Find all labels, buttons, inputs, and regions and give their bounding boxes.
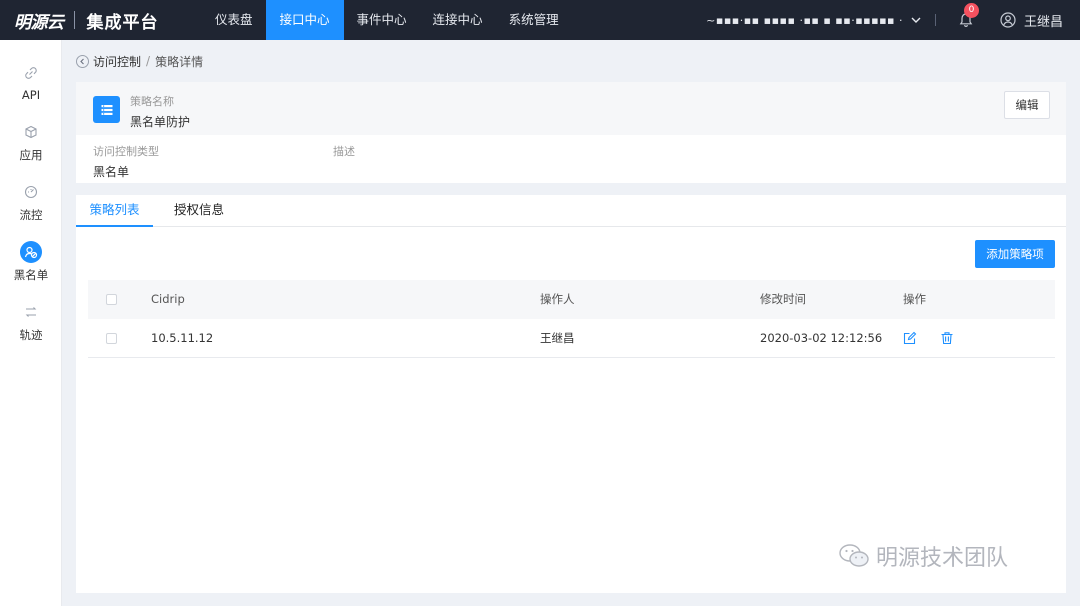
- sidebar-item-label: 应用: [19, 148, 43, 162]
- strategy-name-label: 策略名称: [130, 95, 174, 108]
- access-control-type-label: 访问控制类型: [93, 145, 159, 158]
- breadcrumb-separator: /: [146, 54, 151, 68]
- strategy-name-block: 策略名称 黑名单防护: [130, 93, 190, 130]
- sidebar-item-label: 轨迹: [19, 328, 43, 342]
- table-header: Cidrip 操作人 修改时间 操作: [88, 280, 1055, 319]
- strategy-info-card: 策略名称 黑名单防护 编辑 访问控制类型 黑名单 描述: [76, 82, 1066, 183]
- notification-badge: 0: [963, 3, 979, 18]
- edit-button[interactable]: 编辑: [1004, 91, 1050, 119]
- description-label: 描述: [333, 145, 355, 158]
- strategy-info-header: 策略名称 黑名单防护 编辑: [76, 82, 1066, 135]
- nav-dashboard[interactable]: 仪表盘: [205, 0, 266, 40]
- platform-name: 集成平台: [86, 12, 159, 33]
- cell-modified-time: 2020-03-02 12:12:56: [760, 331, 883, 345]
- user-menu[interactable]: 王继昌: [1000, 11, 1063, 30]
- back-arrow-icon[interactable]: [76, 54, 89, 68]
- user-name: 王继昌: [1023, 14, 1063, 30]
- column-header-modified-time: 修改时间: [760, 292, 806, 306]
- sidebar-item-label: API: [21, 88, 41, 102]
- table-row: 10.5.11.12 王继昌 2020-03-02 12:12:56: [88, 319, 1055, 358]
- tab-strategy-list[interactable]: 策略列表: [76, 195, 153, 227]
- breadcrumb-parent[interactable]: 访问控制: [93, 53, 141, 70]
- sidebar-item-trace[interactable]: 轨迹: [0, 301, 62, 343]
- header-divider: [934, 14, 936, 26]
- cube-icon: [20, 121, 42, 143]
- watermark-text: 明源技术团队: [876, 546, 1009, 571]
- delete-icon[interactable]: [940, 331, 954, 345]
- wechat-icon: [839, 544, 869, 567]
- top-navbar: 明源云 集成平台 仪表盘 接口中心 事件中心 连接中心 系统管理 ~▪▪▪·▪▪…: [0, 0, 1080, 40]
- select-all-checkbox[interactable]: [106, 294, 117, 305]
- chevron-down-icon[interactable]: [911, 15, 921, 26]
- strategy-panel: 策略列表 授权信息 添加策略项 Cidrip 操作人 修改时间 操作 10.5.…: [76, 195, 1066, 593]
- brand-divider: [73, 11, 75, 29]
- strategy-table: Cidrip 操作人 修改时间 操作 10.5.11.12 王继昌 2020-0…: [88, 280, 1055, 358]
- sidebar-item-flow-control[interactable]: 流控: [0, 181, 62, 223]
- strategy-list-icon: [93, 96, 120, 123]
- strategy-name-value: 黑名单防护: [130, 115, 191, 129]
- edit-icon[interactable]: [903, 331, 917, 345]
- breadcrumb: 访问控制 / 策略详情: [76, 52, 203, 70]
- breadcrumb-current: 策略详情: [155, 54, 204, 69]
- sidebar: API 应用 流控 黑名单 轨迹: [0, 40, 62, 606]
- link-icon: [20, 62, 42, 84]
- user-icon: [1000, 12, 1016, 28]
- column-header-operator: 操作人: [540, 292, 575, 306]
- blacklist-icon: [20, 241, 42, 263]
- tab-authorization-info[interactable]: 授权信息: [174, 195, 224, 227]
- row-checkbox[interactable]: [106, 333, 117, 344]
- sidebar-item-label: 流控: [19, 208, 43, 222]
- access-control-type-value: 黑名单: [93, 165, 130, 179]
- cell-operator: 王继昌: [540, 331, 575, 345]
- nav-interface-center[interactable]: 接口中心: [265, 0, 344, 40]
- gauge-icon: [20, 181, 42, 203]
- tab-bar: 策略列表 授权信息: [76, 195, 1066, 227]
- notification-button[interactable]: 0: [958, 3, 979, 28]
- brand[interactable]: 明源云 集成平台: [0, 0, 205, 40]
- access-control-type-block: 访问控制类型 黑名单: [93, 143, 159, 180]
- brand-logo: 明源云: [14, 12, 64, 33]
- cell-cidrip: 10.5.11.12: [151, 331, 214, 345]
- org-selector[interactable]: ~▪▪▪·▪▪ ▪▪▪▪ ·▪▪ ▪ ▪▪·▪▪▪▪▪ ·: [706, 14, 903, 27]
- sidebar-item-apps[interactable]: 应用: [0, 121, 62, 163]
- nav-event-center[interactable]: 事件中心: [344, 0, 420, 40]
- watermark: 明源技术团队: [838, 540, 1008, 572]
- add-strategy-item-button[interactable]: 添加策略项: [975, 240, 1055, 268]
- nav-system-management[interactable]: 系统管理: [496, 0, 572, 40]
- column-header-cidrip: Cidrip: [151, 292, 185, 306]
- column-header-actions: 操作: [903, 292, 926, 306]
- top-nav: 仪表盘 接口中心 事件中心 连接中心 系统管理: [205, 0, 572, 40]
- sidebar-item-api[interactable]: API: [0, 62, 62, 102]
- sidebar-item-label: 黑名单: [13, 268, 49, 282]
- sidebar-item-blacklist[interactable]: 黑名单: [0, 241, 62, 283]
- header-right: ~▪▪▪·▪▪ ▪▪▪▪ ·▪▪ ▪ ▪▪·▪▪▪▪▪ · 0 王继昌: [706, 0, 1080, 40]
- description-block: 描述: [333, 143, 355, 163]
- trace-icon: [20, 301, 42, 323]
- nav-connection-center[interactable]: 连接中心: [420, 0, 496, 40]
